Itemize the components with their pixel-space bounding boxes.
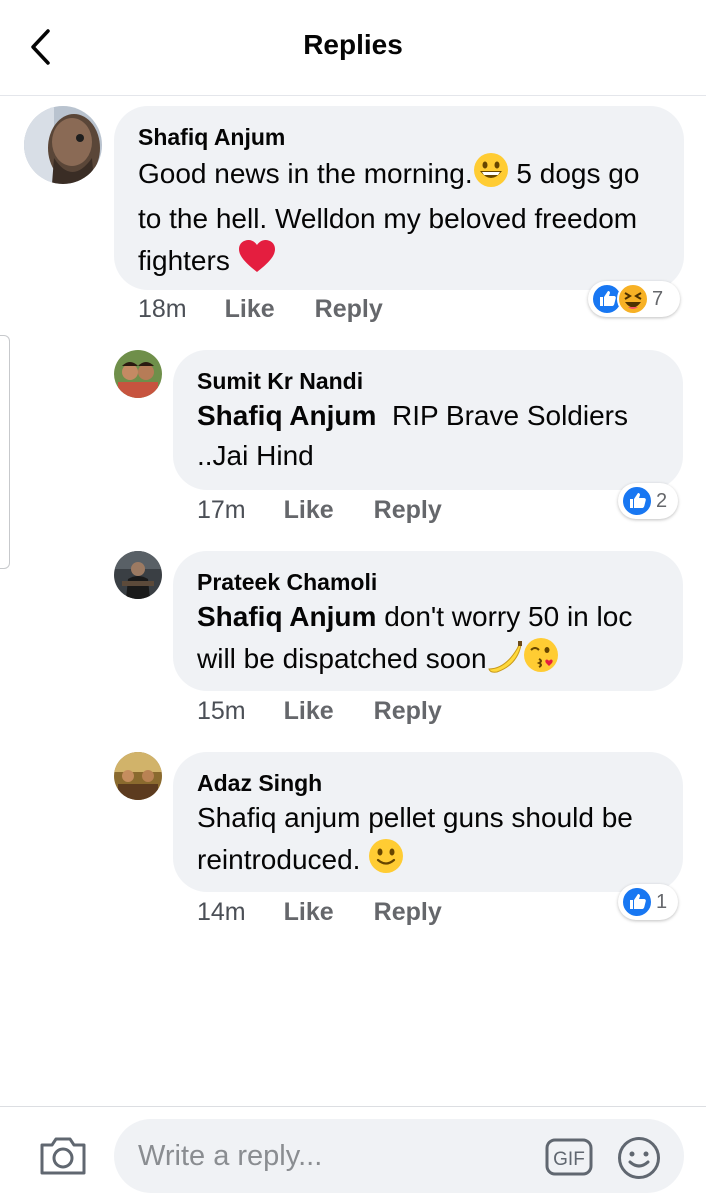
- like-button[interactable]: Like: [284, 898, 334, 927]
- avatar[interactable]: [114, 350, 162, 398]
- comment-text: Shafiq anjum pellet guns should be reint…: [197, 798, 657, 885]
- reaction-count: 2: [656, 489, 668, 512]
- comment-text-part: Shafiq anjum pellet guns should be reint…: [197, 802, 633, 875]
- comment-bubble[interactable]: Shafiq Anjum Good news in the morning. 5…: [114, 106, 684, 290]
- header-bar: Replies: [0, 0, 706, 96]
- scroll-edge-indicator: [0, 335, 10, 569]
- comment-text-part: Good news in the morning.: [138, 158, 473, 189]
- red-heart-emoji-icon: [238, 239, 276, 286]
- reaction-count: 7: [652, 287, 664, 310]
- haha-icon: [617, 283, 649, 315]
- avatar[interactable]: [114, 551, 162, 599]
- comment-timestamp: 15m: [197, 697, 246, 725]
- comment-timestamp: 17m: [197, 496, 246, 524]
- gif-label: GIF: [553, 1149, 585, 1170]
- comment-timestamp: 14m: [197, 898, 246, 926]
- like-button[interactable]: Like: [284, 496, 334, 525]
- emoji-button[interactable]: [617, 1136, 661, 1185]
- comment-author[interactable]: Prateek Chamoli: [197, 567, 657, 597]
- avatar[interactable]: [114, 752, 162, 800]
- banana-emoji-icon: [487, 639, 523, 684]
- kissing-face-emoji-icon: [523, 637, 559, 684]
- reaction-summary[interactable]: 1: [618, 884, 678, 920]
- gif-button[interactable]: GIF: [545, 1138, 593, 1181]
- comment-author[interactable]: Shafiq Anjum: [138, 122, 658, 152]
- mention-link[interactable]: Shafiq Anjum: [197, 601, 376, 632]
- comment-text: Good news in the morning. 5 dogs go to t…: [138, 152, 658, 286]
- like-icon: [621, 485, 653, 517]
- comment-author[interactable]: Adaz Singh: [197, 768, 657, 798]
- reaction-count: 1: [656, 890, 668, 913]
- comment-actions: 17m Like Reply: [197, 496, 442, 525]
- grinning-face-emoji-icon: [473, 152, 509, 199]
- mention-link[interactable]: Shafiq Anjum: [197, 400, 376, 431]
- reply-button[interactable]: Reply: [315, 295, 383, 324]
- reply-button[interactable]: Reply: [374, 697, 442, 726]
- comment-bubble[interactable]: Adaz Singh Shafiq anjum pellet guns shou…: [173, 752, 683, 892]
- smile-icon: [618, 1137, 660, 1179]
- reply-composer: GIF: [0, 1106, 706, 1201]
- reply-button[interactable]: Reply: [374, 496, 442, 525]
- reaction-summary[interactable]: 7: [588, 281, 680, 317]
- comment-text: Shafiq Anjum don't worry 50 in loc will …: [197, 597, 657, 684]
- reaction-summary[interactable]: 2: [618, 483, 678, 519]
- comment-text: Shafiq Anjum RIP Brave Soldiers ..Jai Hi…: [197, 396, 657, 476]
- reply-input[interactable]: [114, 1119, 684, 1193]
- comment-actions: 14m Like Reply: [197, 898, 442, 927]
- comment-bubble[interactable]: Prateek Chamoli Shafiq Anjum don't worry…: [173, 551, 683, 691]
- gif-icon: GIF: [545, 1138, 593, 1176]
- camera-icon: [40, 1137, 86, 1175]
- comment-actions: 18m Like Reply: [138, 295, 383, 324]
- slightly-smiling-face-emoji-icon: [368, 838, 404, 885]
- comment-timestamp: 18m: [138, 295, 187, 323]
- comment-actions: 15m Like Reply: [197, 697, 442, 726]
- comment-author[interactable]: Sumit Kr Nandi: [197, 366, 657, 396]
- reply-button[interactable]: Reply: [374, 898, 442, 927]
- comment-bubble[interactable]: Sumit Kr Nandi Shafiq Anjum RIP Brave So…: [173, 350, 683, 490]
- like-button[interactable]: Like: [225, 295, 275, 324]
- avatar[interactable]: [24, 106, 102, 184]
- like-icon: [621, 886, 653, 918]
- like-button[interactable]: Like: [284, 697, 334, 726]
- camera-button[interactable]: [38, 1135, 88, 1182]
- page-title: Replies: [303, 29, 403, 60]
